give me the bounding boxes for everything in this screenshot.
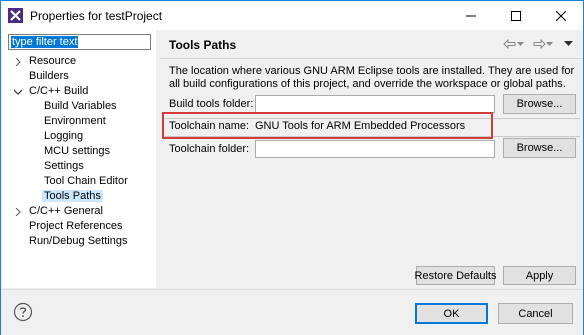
navigation-panel: type filter text Resource Builders C/C++… [2, 30, 156, 288]
chevron-right-icon[interactable] [14, 58, 22, 66]
tree-item-label: Build Variables [44, 100, 117, 112]
forward-dropdown[interactable] [546, 38, 553, 50]
back-button[interactable] [503, 38, 517, 50]
back-dropdown[interactable] [517, 38, 524, 50]
build-tools-folder-field[interactable] [255, 95, 495, 113]
page-title: Tools Paths [169, 38, 237, 52]
tree-item-logging[interactable]: Logging [44, 129, 83, 144]
forward-button[interactable] [532, 38, 546, 50]
page-navigation [503, 38, 575, 50]
toolchain-name-highlight [162, 112, 493, 139]
tree-item-label: Builders [29, 70, 69, 82]
view-menu-icon [563, 41, 573, 46]
tree-item-label: MCU settings [44, 145, 111, 157]
tree-item-mcu-settings[interactable]: MCU settings [44, 144, 110, 159]
minimize-icon [465, 15, 476, 16]
tree-item-label: Run/Debug Settings [29, 235, 128, 247]
tree-item-label: Project References [29, 220, 123, 232]
tree-item-label: C/C++ General [29, 205, 103, 217]
filter-input[interactable]: type filter text [8, 34, 151, 50]
maximize-icon [510, 10, 521, 21]
view-menu-button[interactable] [561, 38, 575, 50]
forward-arrow-icon [533, 39, 546, 49]
apply-button[interactable]: Apply [503, 266, 576, 285]
chevron-down-icon [517, 41, 524, 46]
toolchain-folder-label: Toolchain folder: [169, 143, 250, 155]
build-tools-folder-label: Build tools folder: [169, 98, 254, 110]
title-bar: Properties for testProject [1, 1, 583, 30]
tree-item-build-variables[interactable]: Build Variables [44, 99, 117, 114]
tree-item-settings[interactable]: Settings [44, 159, 84, 174]
close-icon [555, 10, 566, 21]
tree-item-label: Tools Paths [42, 190, 103, 202]
tree-item-environment[interactable]: Environment [44, 114, 106, 129]
properties-window: Properties for testProject type filter t… [0, 0, 584, 335]
chevron-right-icon[interactable] [14, 208, 22, 216]
page-description: The location where various GNU ARM Eclip… [169, 65, 575, 90]
eclipse-x-icon [8, 8, 23, 23]
cancel-button[interactable]: Cancel [498, 303, 573, 324]
header-divider [160, 58, 583, 59]
tree-item-label: Tool Chain Editor [44, 175, 128, 187]
tree-item-tools-paths[interactable]: Tools Paths [42, 189, 103, 204]
tree-item-label: C/C++ Build [29, 85, 89, 97]
tree-item-tool-chain-editor[interactable]: Tool Chain Editor [44, 174, 128, 189]
minimize-button[interactable] [448, 1, 493, 30]
ok-button[interactable]: OK [415, 303, 488, 324]
back-arrow-icon [503, 39, 516, 49]
tree-item-label: Logging [44, 130, 84, 142]
property-page: Tools Paths The location where various G… [160, 30, 583, 288]
restore-defaults-button[interactable]: Restore Defaults [415, 266, 496, 285]
tree-item-label: Settings [44, 160, 84, 172]
toolchain-folder-field[interactable] [255, 140, 495, 158]
tree-item-builders[interactable]: Builders [29, 69, 69, 84]
dialog-footer: OK Cancel [1, 289, 583, 335]
close-button[interactable] [538, 1, 583, 30]
tree-item-label: Environment [44, 115, 106, 127]
tree-item-run-debug-settings[interactable]: Run/Debug Settings [29, 234, 127, 249]
filter-text: type filter text [11, 36, 79, 48]
build-tools-browse-button[interactable]: Browse... [503, 94, 576, 114]
maximize-button[interactable] [493, 1, 538, 30]
tree-item-label: Resource [29, 55, 77, 67]
chevron-down-icon[interactable] [14, 88, 22, 96]
help-icon[interactable] [13, 302, 33, 322]
toolchain-browse-button[interactable]: Browse... [503, 138, 576, 158]
chevron-down-icon [546, 41, 553, 46]
tree-item-project-references[interactable]: Project References [29, 219, 123, 234]
window-title: Properties for testProject [30, 9, 163, 23]
